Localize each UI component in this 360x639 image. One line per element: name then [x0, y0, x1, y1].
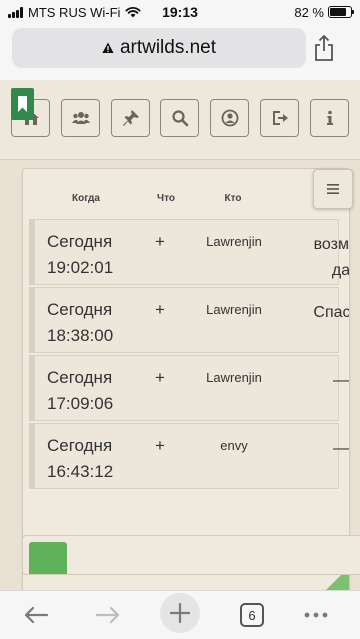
cell-what: +: [155, 300, 165, 319]
cell-who[interactable]: Lawrenjin: [195, 370, 273, 385]
tabs-count: 6: [240, 603, 264, 627]
cell-message: возможда: [313, 236, 350, 279]
green-action-button[interactable]: [29, 542, 67, 574]
profile-icon: [221, 109, 238, 127]
cell-when: Сегодня 19:02:01: [47, 232, 114, 277]
web-page: Когда Что Кто о Сегодня19:02:01 + Lawren…: [0, 80, 360, 590]
table-row[interactable]: Сегодня19:02:01 + Lawrenjin возможда: [29, 219, 349, 285]
cell-who[interactable]: Lawrenjin: [195, 234, 273, 249]
url-text: artwilds.net: [119, 37, 217, 58]
nav-logout-button[interactable]: [260, 99, 299, 137]
nav-profile-button[interactable]: [210, 99, 249, 137]
cell-when: Сегодня 17:09:06: [47, 368, 114, 413]
table-row[interactable]: Сегодня 16:43:12 + envy —: [29, 423, 349, 489]
site-navbar: [0, 80, 360, 160]
new-tab-button[interactable]: [160, 593, 200, 633]
tabs-button[interactable]: 6: [232, 597, 272, 633]
nav-info-button[interactable]: [310, 99, 349, 137]
header-who: Кто: [224, 193, 242, 204]
carrier-name: MTS RUS Wi-Fi: [28, 4, 121, 20]
bookmark-badge[interactable]: [11, 88, 34, 120]
cell-message: —: [333, 372, 349, 389]
address-bar[interactable]: artwilds.net: [12, 28, 306, 68]
browser-toolbar: 6: [0, 590, 360, 639]
plus-icon: [170, 603, 190, 623]
activity-card: Когда Что Кто о Сегодня19:02:01 + Lawren…: [22, 168, 350, 590]
share-icon: [315, 35, 333, 61]
battery-icon: [328, 6, 354, 18]
forward-arrow-icon: [95, 606, 120, 624]
header-what: Что: [157, 193, 175, 204]
menu-button[interactable]: [313, 169, 353, 209]
status-bar: MTS RUS Wi-Fi 19:13 82 %: [0, 0, 360, 24]
cell-when: Сегодня 16:43:12: [47, 436, 114, 481]
share-button[interactable]: [309, 30, 339, 66]
hamburger-icon: [327, 184, 339, 194]
secondary-card: [22, 535, 360, 575]
info-icon: [326, 110, 333, 125]
cell-what: +: [155, 368, 165, 387]
back-arrow-icon: [24, 606, 49, 624]
cell-what: +: [155, 436, 165, 455]
logout-icon: [272, 111, 288, 125]
forward-button[interactable]: [88, 597, 128, 633]
cell-when: Сегодня 18:38:00: [47, 300, 114, 345]
nav-users-button[interactable]: [61, 99, 100, 137]
back-button[interactable]: [16, 597, 56, 633]
users-icon: [71, 112, 90, 124]
wifi-icon: [125, 6, 141, 18]
warning-icon: [102, 42, 114, 53]
cell-who[interactable]: Lawrenjin: [195, 302, 273, 317]
nav-pin-button[interactable]: [111, 99, 150, 137]
table-row[interactable]: Сегодня 17:09:06 + Lawrenjin —: [29, 355, 349, 421]
battery-percent: 82 %: [294, 4, 324, 20]
cell-message: —: [333, 440, 349, 457]
table-row[interactable]: Сегодня18:38:00 + Lawrenjin Спасиб: [29, 287, 349, 353]
nav-search-button[interactable]: [160, 99, 199, 137]
cell-message: Спасиб: [313, 304, 350, 321]
bookmark-icon: [18, 96, 27, 112]
cellular-signal-icon: [8, 6, 23, 18]
pin-icon: [122, 110, 139, 126]
header-when: Когда: [72, 193, 100, 204]
cell-who[interactable]: envy: [195, 438, 273, 453]
cell-what: +: [155, 232, 165, 251]
more-button[interactable]: [296, 597, 336, 633]
browser-top-bar: artwilds.net: [0, 24, 360, 80]
search-icon: [171, 110, 188, 127]
more-dots-icon: [304, 612, 328, 618]
